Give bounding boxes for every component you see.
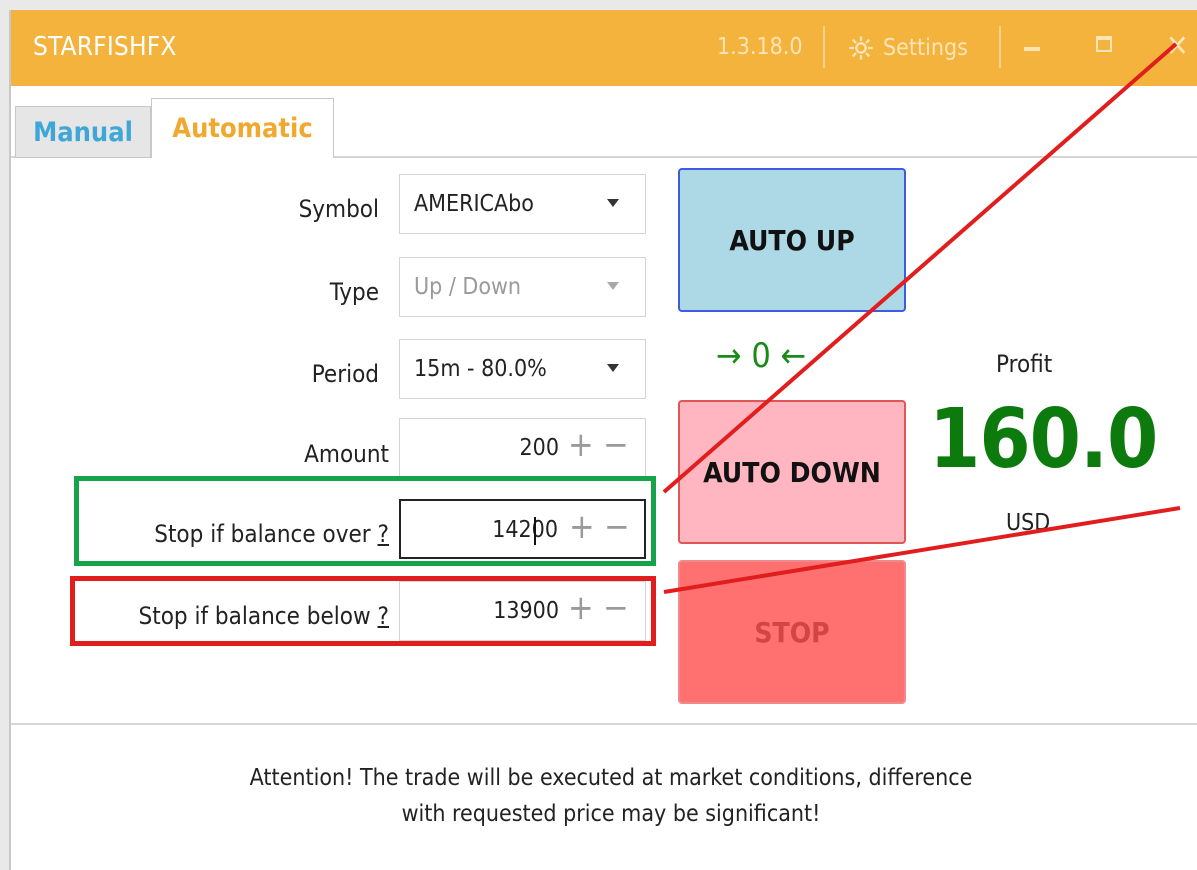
amount-stepper[interactable]: 200 + −	[399, 418, 646, 478]
highlight-box-red	[70, 576, 656, 646]
profit-label: Profit	[996, 350, 1053, 378]
symbol-select[interactable]: AMERICAbo	[399, 174, 646, 234]
type-select: Up / Down	[399, 257, 646, 317]
close-icon[interactable]: ✕	[1166, 32, 1189, 62]
attention-notice: Attention! The trade will be executed at…	[161, 760, 1061, 832]
period-label: Period	[311, 360, 379, 388]
notice-line-2: with requested price may be significant!	[401, 801, 821, 827]
settings-label: Settings	[883, 35, 968, 61]
dropdown-arrow-icon	[607, 282, 619, 290]
gear-icon	[849, 36, 873, 60]
minimize-icon[interactable]	[1024, 47, 1040, 51]
app-title: STARFISHFX	[33, 32, 177, 62]
dropdown-arrow-icon	[607, 199, 619, 207]
type-value: Up / Down	[414, 274, 522, 300]
settings-button[interactable]: Settings	[847, 28, 968, 68]
maximize-icon[interactable]	[1096, 36, 1112, 52]
minus-icon[interactable]: −	[603, 428, 629, 462]
currency-label: USD	[1006, 510, 1051, 536]
section-divider	[11, 723, 1197, 725]
dropdown-arrow-icon	[607, 364, 619, 372]
plus-icon[interactable]: +	[568, 428, 594, 462]
stop-button[interactable]: STOP	[678, 560, 906, 704]
tab-automatic[interactable]: Automatic	[151, 98, 334, 158]
type-label: Type	[329, 278, 379, 306]
tab-manual[interactable]: Manual	[15, 106, 151, 158]
amount-value: 200	[519, 435, 560, 461]
app-window: STARFISHFX 1.3.18.0 Settings ✕ Manual Au…	[9, 10, 1197, 870]
period-select[interactable]: 15m - 80.0%	[399, 339, 646, 399]
period-value: 15m - 80.0%	[414, 356, 547, 382]
symbol-label: Symbol	[298, 195, 379, 223]
title-bar: STARFISHFX 1.3.18.0 Settings ✕	[11, 10, 1197, 86]
titlebar-separator	[999, 26, 1001, 68]
trade-counter: → 0 ←	[716, 336, 807, 376]
amount-label: Amount	[304, 440, 389, 468]
profit-value: 160.0	[929, 392, 1158, 487]
notice-line-1: Attention! The trade will be executed at…	[249, 765, 973, 791]
titlebar-separator	[823, 26, 825, 68]
symbol-value: AMERICAbo	[414, 191, 534, 217]
auto-down-button[interactable]: AUTO DOWN	[678, 400, 906, 544]
auto-up-button[interactable]: AUTO UP	[678, 168, 906, 312]
tab-bar: Manual Automatic	[11, 86, 1197, 158]
version-label: 1.3.18.0	[717, 34, 803, 60]
highlight-box-green	[74, 476, 656, 566]
